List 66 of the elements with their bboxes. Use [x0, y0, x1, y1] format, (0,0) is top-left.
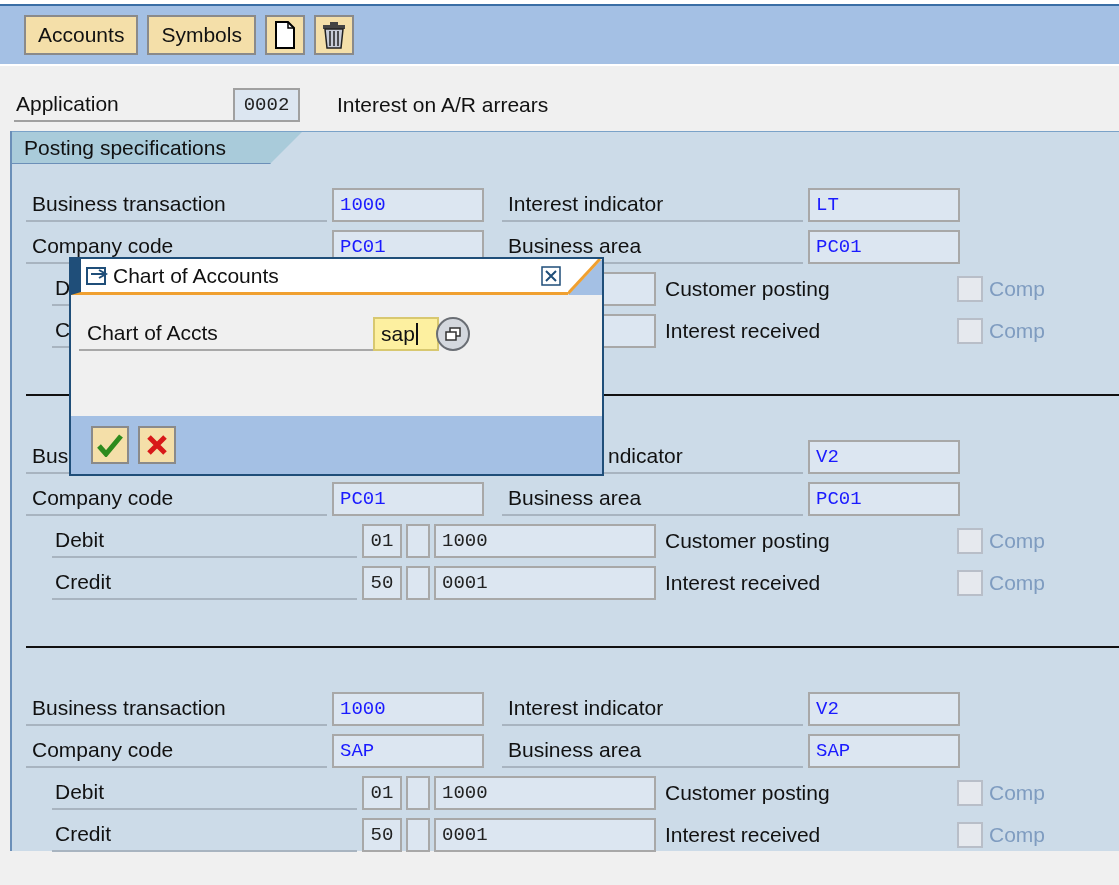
- application-description: Interest on A/R arrears: [337, 92, 549, 119]
- field-label: Business area: [502, 482, 803, 516]
- toolbar-button[interactable]: Symbols: [147, 15, 256, 55]
- value-help-button[interactable]: [436, 317, 470, 351]
- field-label: Business transaction: [26, 692, 327, 726]
- field-label: Business area: [502, 734, 803, 768]
- input-field[interactable]: V2: [808, 692, 960, 726]
- input-field[interactable]: PC01: [332, 482, 484, 516]
- checkbox-label: Comp: [989, 528, 1046, 555]
- checkbox-label: Comp: [989, 822, 1046, 849]
- input-field[interactable]: [406, 818, 430, 852]
- field-label: Debit: [52, 524, 357, 558]
- document-icon: [274, 21, 295, 49]
- toolbar-button[interactable]: Accounts: [24, 15, 139, 55]
- field-label: Customer posting: [665, 780, 831, 807]
- input-field[interactable]: 1000: [434, 776, 656, 810]
- field-label: Interest indicator: [502, 188, 803, 222]
- input-field[interactable]: [406, 566, 430, 600]
- input-field[interactable]: PC01: [808, 230, 960, 264]
- input-field[interactable]: 0001: [434, 818, 656, 852]
- field-label: Chart of Accts: [79, 317, 373, 351]
- section-tab[interactable]: Posting specifications: [12, 132, 302, 164]
- input-field[interactable]: [406, 524, 430, 558]
- close-icon: [541, 265, 561, 286]
- field-label: Interest received: [665, 570, 822, 597]
- cancel-button[interactable]: [138, 426, 176, 464]
- field-label: Interest received: [665, 318, 822, 345]
- delete-button[interactable]: [313, 15, 354, 55]
- field-label: Company code: [26, 734, 327, 768]
- input-field[interactable]: 0001: [434, 566, 656, 600]
- input-field[interactable]: SAP: [808, 734, 960, 768]
- dialog-icon: [85, 265, 109, 286]
- checkbox-label: Comp: [989, 780, 1046, 807]
- field-label: Customer posting: [665, 528, 831, 555]
- field-label: Interest received: [665, 822, 822, 849]
- input-field[interactable]: 01: [362, 524, 402, 558]
- value-help-icon: [445, 327, 461, 341]
- checkbox-label: Comp: [989, 276, 1046, 303]
- input-field[interactable]: 50: [362, 566, 402, 600]
- trash-icon: [321, 21, 346, 49]
- field-label: Business transaction: [26, 188, 327, 222]
- input-field[interactable]: 1000: [434, 524, 656, 558]
- input-field[interactable]: sap: [373, 317, 439, 351]
- input-field[interactable]: V2: [808, 440, 960, 474]
- field-label: Interest indicator: [502, 692, 803, 726]
- application-field[interactable]: 0002: [233, 88, 300, 122]
- new-document-button[interactable]: [264, 15, 305, 55]
- field-label: Customer posting: [665, 276, 831, 303]
- checkbox-label: Comp: [989, 570, 1046, 597]
- input-field[interactable]: SAP: [332, 734, 484, 768]
- input-field[interactable]: PC01: [808, 482, 960, 516]
- checkbox-label: Comp: [989, 318, 1046, 345]
- close-button[interactable]: [540, 264, 562, 287]
- checkmark-icon: [97, 433, 123, 457]
- input-field[interactable]: 50: [362, 818, 402, 852]
- field-label: Credit: [52, 566, 357, 600]
- field-label: Credit: [52, 818, 357, 852]
- confirm-button[interactable]: [91, 426, 129, 464]
- input-field[interactable]: 01: [362, 776, 402, 810]
- input-field[interactable]: [406, 776, 430, 810]
- field-label: Debit: [52, 776, 357, 810]
- input-field[interactable]: 1000: [332, 188, 484, 222]
- field-label: Company code: [26, 482, 327, 516]
- input-field[interactable]: 1000: [332, 692, 484, 726]
- input-field[interactable]: LT: [808, 188, 960, 222]
- cancel-icon: [146, 434, 168, 456]
